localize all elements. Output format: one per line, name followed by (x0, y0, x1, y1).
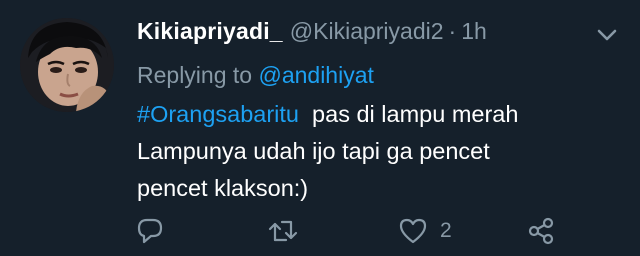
chevron-down-icon[interactable] (596, 26, 618, 44)
retweet-button[interactable] (268, 214, 300, 248)
timestamp[interactable]: 1h (461, 18, 487, 45)
avatar[interactable] (20, 18, 114, 112)
retweet-icon (268, 220, 298, 242)
tweet-text-line-3: pencet klakson:) (137, 175, 309, 201)
hashtag-link[interactable]: #Orangsabaritu (137, 101, 299, 127)
tweet-text-line-1: pas di lampu merah (299, 101, 519, 127)
tweet-line-1: #Orangsabaritu pas di lampu merah (137, 96, 607, 133)
like-count: 2 (440, 219, 452, 242)
avatar-image (20, 18, 114, 112)
action-bar: 2 (0, 214, 640, 248)
separator-dot: · (448, 18, 457, 44)
share-button[interactable] (526, 214, 556, 248)
user-handle[interactable]: @Kikiapriyadi2 (290, 18, 444, 45)
replying-to-mention[interactable]: @andihiyat (258, 62, 373, 88)
tweet-text-line-2: Lampunya udah ijo tapi ga pencet (137, 138, 490, 164)
like-button[interactable]: 2 (398, 214, 452, 248)
reply-button[interactable] (135, 214, 165, 248)
reply-icon (137, 218, 163, 244)
replying-to-label: Replying to (137, 62, 253, 88)
tweet[interactable]: Kikiapriyadi_ @Kikiapriyadi2 · 1h Replyi… (0, 0, 640, 256)
replying-to: Replying to @andihiyat (137, 62, 374, 89)
tweet-text: #Orangsabaritu pas di lampu merah Lampun… (137, 96, 607, 207)
tweet-header: Kikiapriyadi_ @Kikiapriyadi2 · 1h (137, 18, 487, 52)
like-icon (399, 218, 427, 244)
share-icon (528, 217, 554, 245)
display-name[interactable]: Kikiapriyadi_ (137, 18, 283, 45)
